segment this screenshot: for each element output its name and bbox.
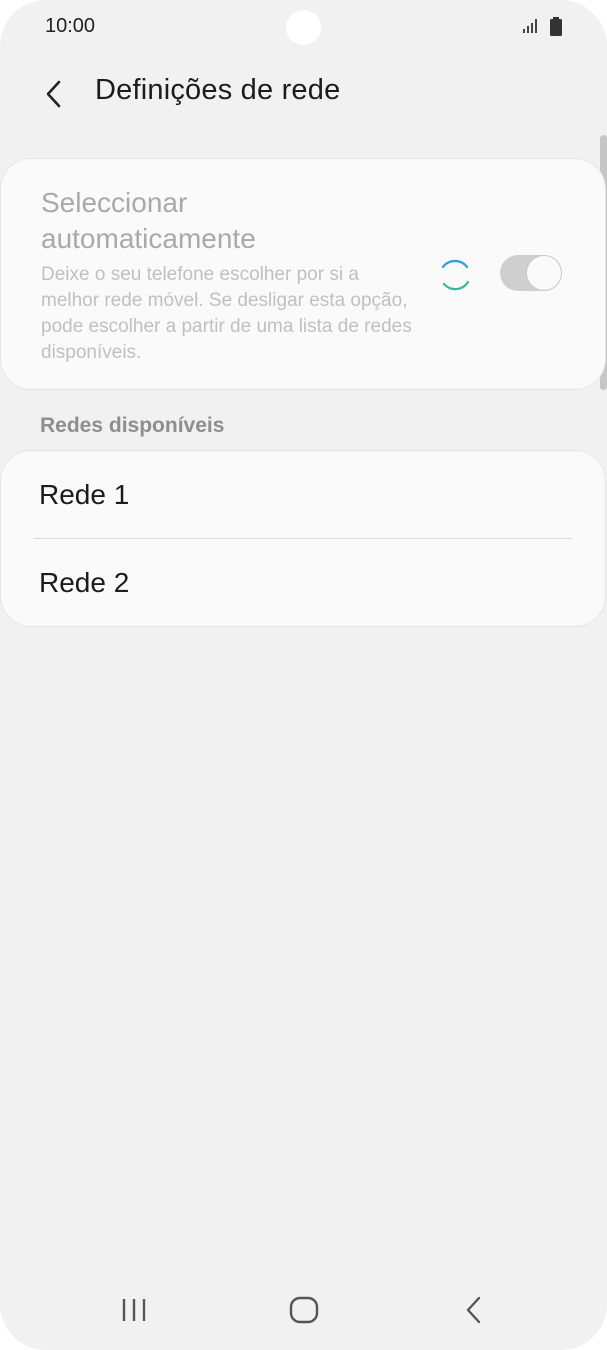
camera-cutout — [286, 10, 321, 45]
phone-screen: 10:00 Definições de rede Seleccionar aut… — [0, 0, 607, 1350]
recent-apps-icon — [122, 1299, 146, 1321]
back-icon — [466, 1296, 481, 1324]
loading-spinner-icon — [441, 259, 470, 291]
available-networks-list: Rede 1 Rede 2 — [1, 451, 605, 626]
home-icon — [289, 1296, 319, 1324]
list-item-network-2[interactable]: Rede 2 — [1, 539, 605, 626]
auto-select-title: Seleccionar automaticamente — [41, 187, 256, 254]
status-time: 10:00 — [45, 15, 96, 37]
nav-back-button[interactable] — [444, 1290, 504, 1330]
toggle-knob — [526, 255, 562, 291]
section-header-available-networks: Redes disponíveis — [40, 414, 225, 437]
auto-select-toggle[interactable] — [500, 255, 562, 291]
page-title: Definições de rede — [95, 74, 341, 106]
back-button[interactable] — [34, 72, 74, 116]
signal-icon — [523, 19, 537, 33]
network-label: Rede 1 — [39, 479, 130, 510]
auto-select-card[interactable]: Seleccionar automaticamente Deixe o seu … — [1, 159, 605, 389]
auto-select-description: Deixe o seu telefone escolher por si a m… — [41, 264, 412, 363]
chevron-left-icon — [46, 80, 61, 108]
list-item-network-1[interactable]: Rede 1 — [1, 451, 605, 538]
network-label: Rede 2 — [39, 567, 130, 598]
recent-apps-button[interactable] — [104, 1290, 164, 1330]
battery-icon — [550, 17, 562, 36]
home-button[interactable] — [274, 1290, 334, 1330]
